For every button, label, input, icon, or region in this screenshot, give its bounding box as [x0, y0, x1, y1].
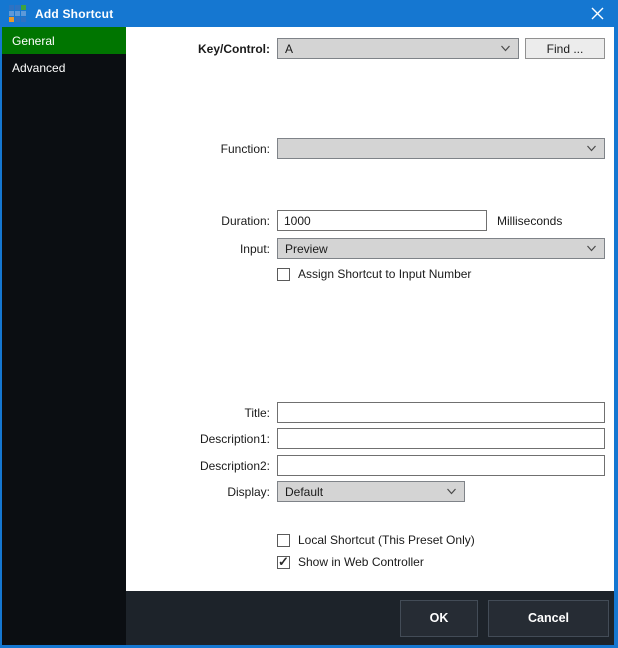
- key-control-label: Key/Control:: [126, 42, 270, 56]
- description2-input[interactable]: [277, 455, 605, 476]
- input-value: Preview: [285, 242, 580, 256]
- sidebar: General Advanced: [2, 27, 126, 645]
- titlebar: Add Shortcut: [2, 0, 614, 27]
- assign-shortcut-checkbox[interactable]: [277, 268, 290, 281]
- duration-input[interactable]: [277, 210, 487, 231]
- web-controller-checkbox[interactable]: [277, 556, 290, 569]
- main-panel: Key/Control: A Find ... Function:: [126, 27, 614, 645]
- chevron-down-icon: [586, 245, 597, 252]
- web-controller-label: Show in Web Controller: [298, 555, 424, 569]
- description1-input[interactable]: [277, 428, 605, 449]
- local-shortcut-label: Local Shortcut (This Preset Only): [298, 533, 475, 547]
- description2-label: Description2:: [126, 459, 270, 473]
- input-label: Input:: [126, 242, 270, 256]
- key-control-select[interactable]: A: [277, 38, 519, 59]
- display-label: Display:: [126, 485, 270, 499]
- title-input[interactable]: [277, 402, 605, 423]
- dialog-body: General Advanced Key/Control: A Find ...…: [2, 27, 614, 645]
- title-label: Title:: [126, 406, 270, 420]
- sidebar-tab-general[interactable]: General: [2, 27, 126, 54]
- assign-shortcut-label: Assign Shortcut to Input Number: [298, 267, 471, 281]
- description1-label: Description1:: [126, 432, 270, 446]
- chevron-down-icon: [446, 488, 457, 495]
- ok-button[interactable]: OK: [400, 600, 478, 637]
- window-title: Add Shortcut: [35, 7, 113, 21]
- local-shortcut-checkbox[interactable]: [277, 534, 290, 547]
- function-label: Function:: [126, 142, 270, 156]
- general-form: Key/Control: A Find ... Function:: [126, 27, 614, 591]
- add-shortcut-dialog: Add Shortcut General Advanced Key/Contro…: [0, 0, 618, 648]
- find-button[interactable]: Find ...: [525, 38, 605, 59]
- chevron-down-icon: [500, 45, 511, 52]
- chevron-down-icon: [586, 145, 597, 152]
- display-select[interactable]: Default: [277, 481, 465, 502]
- app-logo-icon: [9, 5, 26, 22]
- duration-label: Duration:: [126, 214, 270, 228]
- key-control-value: A: [285, 42, 494, 56]
- input-select[interactable]: Preview: [277, 238, 605, 259]
- cancel-button[interactable]: Cancel: [488, 600, 609, 637]
- close-button[interactable]: [580, 0, 614, 27]
- close-icon: [591, 7, 604, 20]
- display-value: Default: [285, 485, 440, 499]
- sidebar-tab-advanced[interactable]: Advanced: [2, 54, 126, 81]
- function-select[interactable]: [277, 138, 605, 159]
- footer-bar: OK Cancel: [126, 591, 614, 645]
- duration-unit-label: Milliseconds: [497, 214, 562, 228]
